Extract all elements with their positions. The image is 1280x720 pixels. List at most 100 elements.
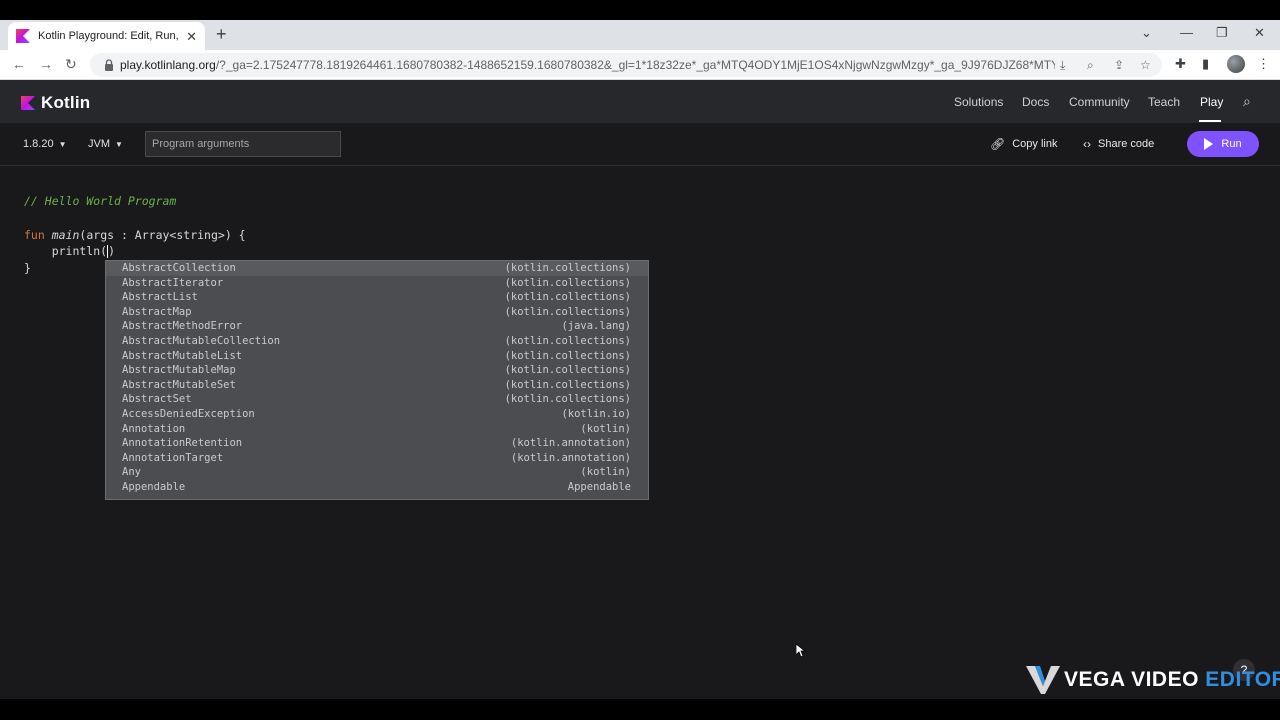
autocomplete-item[interactable]: AbstractList (kotlin.collections) <box>106 290 648 305</box>
autocomplete-item-name: AccessDeniedException <box>122 407 255 420</box>
url-text: play.kotlinlang.org/?_ga=2.175247778.181… <box>120 58 1055 72</box>
nav-docs[interactable]: Docs <box>1022 95 1049 109</box>
search-icon[interactable]: ⌕ <box>1243 94 1251 108</box>
autocomplete-item-name: AbstractMap <box>122 305 192 318</box>
autocomplete-item-package: (kotlin.collections) <box>504 291 631 304</box>
code-icon: ‹› <box>1083 137 1091 151</box>
lock-icon <box>105 59 113 71</box>
autocomplete-item-package: (kotlin) <box>580 466 631 479</box>
autocomplete-item-name: Any <box>122 466 141 479</box>
autocomplete-item-package: (kotlin.collections) <box>504 305 631 318</box>
site-header: Kotlin Solutions Docs Community Teach Pl… <box>0 80 1280 123</box>
autocomplete-item-name: AbstractIterator <box>122 276 224 289</box>
autocomplete-item-name: AbstractMutableMap <box>122 364 236 377</box>
version-select[interactable]: 1.8.20 ▼ <box>23 138 67 150</box>
autocomplete-item-package: (kotlin.io) <box>561 407 631 420</box>
mouse-pointer-icon <box>796 644 806 658</box>
autocomplete-item[interactable]: Annotation (kotlin) <box>106 422 648 437</box>
vega-logo-icon <box>1026 666 1060 694</box>
nav-play[interactable]: Play <box>1200 95 1223 109</box>
autocomplete-item-package: (java.lang) <box>561 320 631 333</box>
autocomplete-item-name: AbstractSet <box>122 393 192 406</box>
link-icon: 🔗︎ <box>990 137 1006 151</box>
autocomplete-item-package: (kotlin.collections) <box>504 364 631 377</box>
autocomplete-item[interactable]: AbstractMap (kotlin.collections) <box>106 305 648 320</box>
nav-community[interactable]: Community <box>1069 95 1130 109</box>
tab-search-icon[interactable]: ⌄ <box>1141 25 1152 41</box>
autocomplete-item-package: (kotlin.collections) <box>504 334 631 347</box>
play-icon <box>1204 138 1214 150</box>
autocomplete-item-package: (kotlin.collections) <box>504 378 631 391</box>
share-code-button[interactable]: ‹› Share code <box>1083 137 1154 151</box>
side-panel-icon[interactable]: ▮ <box>1202 56 1209 72</box>
autocomplete-item[interactable]: Appendable Appendable <box>106 480 648 495</box>
extensions-icon[interactable]: ✚ <box>1175 56 1186 72</box>
autocomplete-item-name: AbstractList <box>122 291 198 304</box>
chevron-down-icon: ▼ <box>115 140 123 149</box>
autocomplete-item[interactable]: AnnotationTarget (kotlin.annotation) <box>106 451 648 466</box>
autocomplete-item-name: AbstractMutableList <box>122 349 243 362</box>
browser-toolbar: ← → ↻ play.kotlinlang.org/?_ga=2.1752477… <box>0 50 1280 80</box>
autocomplete-item-name: AbstractMutableSet <box>122 378 236 391</box>
bookmark-star-icon[interactable]: ☆ <box>1140 57 1151 73</box>
screen: Kotlin Playground: Edit, Run, Sha ✕ + ⌄ … <box>0 0 1280 720</box>
autocomplete-item-package: (kotlin.collections) <box>504 393 631 406</box>
autocomplete-item[interactable]: Any (kotlin) <box>106 465 648 480</box>
tab-close-icon[interactable]: ✕ <box>186 30 197 43</box>
video-editor-watermark: VEGA VIDEO EDITOR <box>1026 664 1280 696</box>
kotlin-favicon-icon <box>16 29 30 43</box>
autocomplete-item-package: (kotlin.collections) <box>504 349 631 362</box>
back-icon[interactable]: ← <box>12 56 26 72</box>
share-icon[interactable]: ⇪ <box>1114 57 1124 73</box>
browser-tab[interactable]: Kotlin Playground: Edit, Run, Sha ✕ <box>8 22 205 50</box>
profile-avatar[interactable] <box>1227 55 1245 73</box>
logo-text: Kotlin <box>41 93 91 112</box>
active-nav-indicator <box>1199 120 1221 122</box>
browser-tab-strip: Kotlin Playground: Edit, Run, Sha ✕ + ⌄ … <box>0 20 1280 50</box>
browser-menu-icon[interactable]: ⋮ <box>1257 56 1270 72</box>
run-button[interactable]: Run <box>1187 131 1259 157</box>
forward-icon[interactable]: → <box>39 56 53 72</box>
autocomplete-item-name: Appendable <box>122 480 186 493</box>
zoom-icon[interactable]: ⌕ <box>1087 57 1094 73</box>
autocomplete-item[interactable]: AbstractMutableSet (kotlin.collections) <box>106 378 648 393</box>
autocomplete-item-name: AnnotationTarget <box>122 451 224 464</box>
autocomplete-item[interactable]: AbstractIterator (kotlin.collections) <box>106 276 648 291</box>
autocomplete-item[interactable]: AnnotationRetention (kotlin.annotation) <box>106 436 648 451</box>
autocomplete-item[interactable]: AbstractMethodError (java.lang) <box>106 319 648 334</box>
nav-solutions[interactable]: Solutions <box>954 95 1003 109</box>
program-arguments-input[interactable] <box>145 131 341 157</box>
autocomplete-popup[interactable]: AbstractCollection (kotlin.collections) Ab… <box>105 260 649 500</box>
reload-icon[interactable]: ↻ <box>65 56 77 72</box>
autocomplete-item[interactable]: AccessDeniedException (kotlin.io) <box>106 407 648 422</box>
kotlin-logo[interactable]: Kotlin <box>21 93 90 113</box>
autocomplete-item-name: Annotation <box>122 422 186 435</box>
new-tab-icon[interactable]: + <box>216 25 227 43</box>
nav-teach[interactable]: Teach <box>1148 95 1180 109</box>
autocomplete-item-package: (kotlin) <box>580 422 631 435</box>
copy-link-button[interactable]: 🔗︎ Copy link <box>990 137 1057 151</box>
autocomplete-item-package: (kotlin.annotation) <box>510 451 631 464</box>
address-bar[interactable]: play.kotlinlang.org/?_ga=2.175247778.181… <box>90 53 1162 77</box>
kotlin-logo-icon <box>21 96 35 110</box>
autocomplete-item-package: (kotlin.collections) <box>504 262 631 274</box>
code-line-3: fun main(args : Array<string>) { <box>24 228 246 242</box>
autocomplete-item-package: (kotlin.collections) <box>504 276 631 289</box>
autocomplete-item[interactable]: AbstractMutableCollection (kotlin.collect… <box>106 334 648 349</box>
restore-icon[interactable]: ❐ <box>1216 25 1228 41</box>
autocomplete-item[interactable]: AbstractSet (kotlin.collections) <box>106 392 648 407</box>
playground-toolbar: 1.8.20▼ JVM▼ 🔗︎Copy link ‹›Share code Ru… <box>0 123 1280 166</box>
autocomplete-item[interactable]: AbstractMutableList (kotlin.collections) <box>106 349 648 364</box>
autocomplete-item-name: AbstractCollection <box>122 262 236 274</box>
minimize-icon[interactable]: — <box>1180 25 1193 41</box>
autocomplete-item[interactable]: AbstractCollection (kotlin.collections) <box>106 261 648 276</box>
autocomplete-item[interactable]: AbstractMutableMap (kotlin.collections) <box>106 363 648 378</box>
window-close-icon[interactable]: ✕ <box>1254 25 1265 41</box>
code-line-5: } <box>24 261 31 275</box>
platform-select[interactable]: JVM ▼ <box>88 138 123 150</box>
bottom-bar <box>0 699 1280 720</box>
autocomplete-item-name: AnnotationRetention <box>122 437 243 450</box>
autocomplete-item-package: Appendable <box>567 480 631 493</box>
install-icon[interactable]: ⤓ <box>1060 57 1065 73</box>
code-line-4: println() <box>24 244 116 258</box>
